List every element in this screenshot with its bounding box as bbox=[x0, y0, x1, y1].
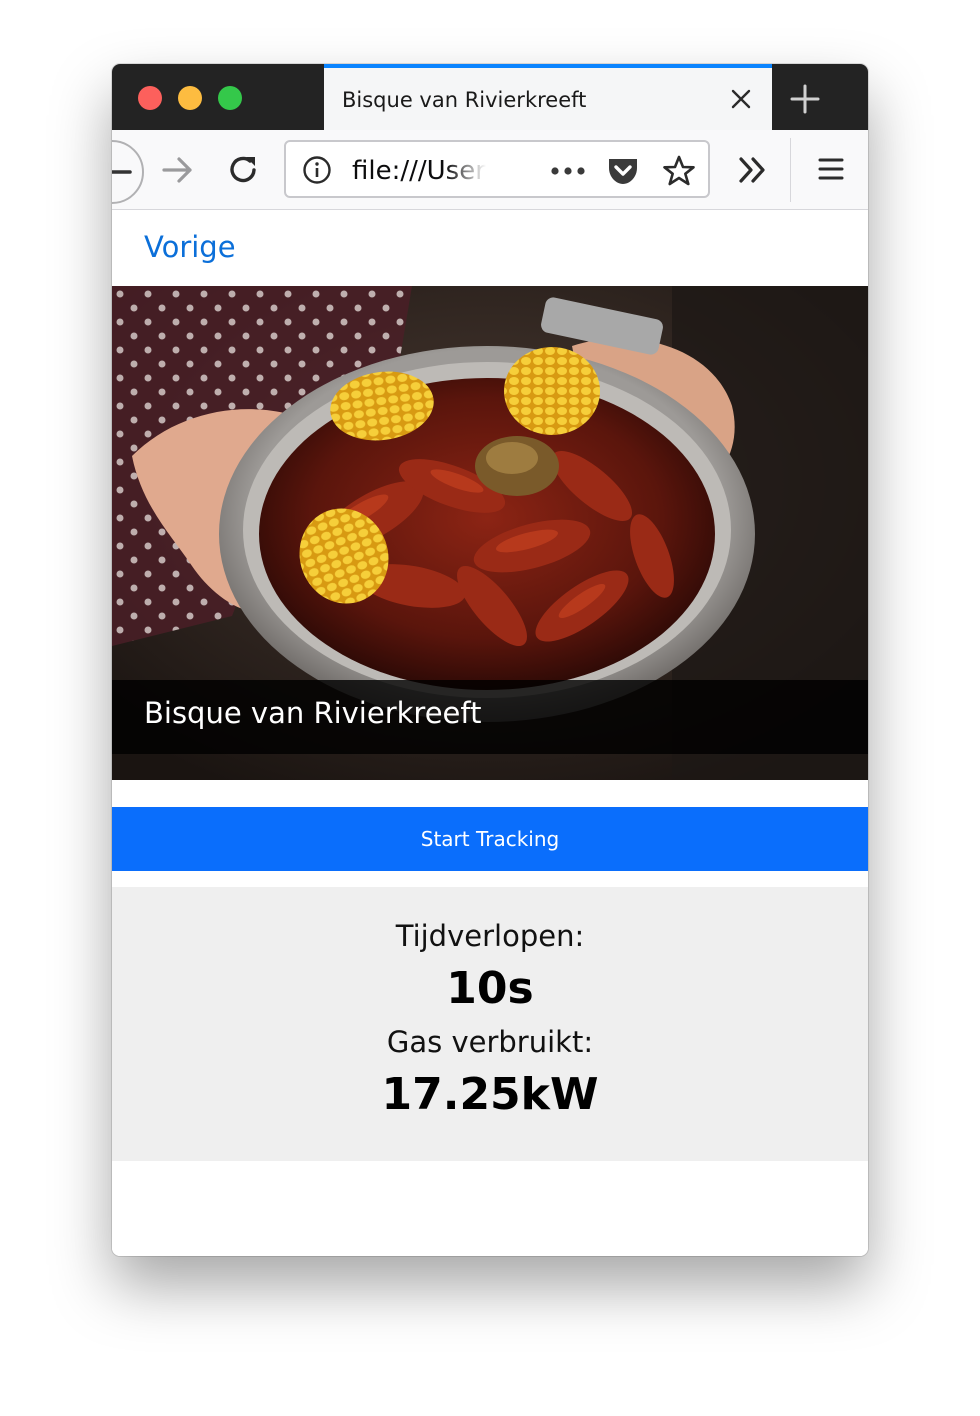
start-tracking-button[interactable]: Start Tracking bbox=[112, 807, 868, 871]
reload-icon[interactable] bbox=[226, 152, 262, 188]
info-icon[interactable] bbox=[302, 155, 332, 185]
toolbar-separator bbox=[790, 138, 791, 202]
back-arrow-icon bbox=[112, 170, 132, 174]
back-link[interactable]: Vorige bbox=[144, 230, 236, 264]
stats-panel: Tijdverlopen: 10s Gas verbruikt: 17.25kW bbox=[112, 887, 868, 1161]
more-actions-icon[interactable] bbox=[550, 166, 586, 176]
gas-used-value: 17.25kW bbox=[381, 1069, 599, 1120]
elapsed-time-value: 10s bbox=[446, 963, 534, 1014]
tab-strip: Bisque van Rivierkreeft bbox=[112, 64, 868, 130]
hero-caption-bar: Bisque van Rivierkreeft bbox=[112, 680, 868, 754]
forward-arrow-icon[interactable] bbox=[160, 154, 196, 186]
tab-close-icon[interactable] bbox=[730, 88, 752, 110]
elapsed-time-label: Tijdverlopen: bbox=[395, 919, 585, 953]
hamburger-menu-icon[interactable] bbox=[816, 154, 846, 184]
tab-active[interactable]: Bisque van Rivierkreeft bbox=[324, 64, 772, 130]
zoom-window-button[interactable] bbox=[218, 86, 242, 110]
url-bar[interactable]: file:///Users bbox=[284, 140, 710, 198]
hero-image: Bisque van Rivierkreeft bbox=[112, 286, 868, 780]
new-tab-icon[interactable] bbox=[788, 82, 822, 116]
hero-caption: Bisque van Rivierkreeft bbox=[144, 696, 482, 730]
gas-used-label: Gas verbruikt: bbox=[386, 1025, 594, 1059]
minimize-window-button[interactable] bbox=[178, 86, 202, 110]
bookmark-star-icon[interactable] bbox=[662, 154, 696, 188]
browser-window: Bisque van Rivierkreeft file:///Users Vo… bbox=[112, 64, 868, 1256]
page-content: Vorige Bisque van Rivierkreeft Start Tra… bbox=[112, 210, 868, 1256]
back-button[interactable] bbox=[112, 140, 144, 204]
page-nav-bar: Vorige bbox=[112, 210, 868, 286]
navigation-toolbar: file:///Users bbox=[112, 130, 868, 210]
overflow-chevron-icon[interactable] bbox=[736, 154, 770, 186]
tab-title: Bisque van Rivierkreeft bbox=[342, 88, 587, 112]
url-text[interactable]: file:///Users bbox=[352, 156, 486, 186]
close-window-button[interactable] bbox=[138, 86, 162, 110]
pocket-icon[interactable] bbox=[606, 155, 640, 187]
